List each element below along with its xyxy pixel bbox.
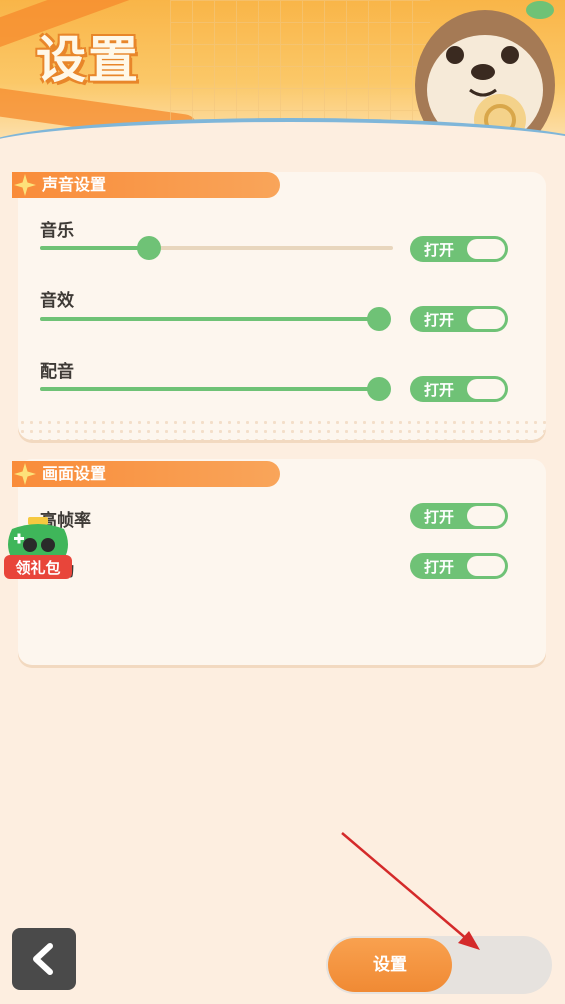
vibration-toggle-label: 打开 xyxy=(424,558,455,576)
sound-effects-label: 音效 xyxy=(40,291,74,311)
gift-pack-floating-button[interactable]: 领礼包 xyxy=(4,515,72,581)
sparkle-icon xyxy=(14,463,36,485)
voice-slider-fill xyxy=(40,387,379,391)
music-toggle-knob xyxy=(467,239,505,259)
music-slider[interactable] xyxy=(40,236,393,260)
back-button[interactable] xyxy=(12,928,76,990)
sound-settings-heading-text: 声音设置 xyxy=(42,175,107,194)
music-slider-fill xyxy=(40,246,149,250)
vibration-toggle[interactable]: 打开 xyxy=(410,553,508,579)
header-banner: 设置 xyxy=(0,0,565,150)
display-settings-heading-text: 画面设置 xyxy=(42,464,107,483)
music-toggle[interactable]: 打开 xyxy=(410,236,508,262)
high-frame-rate-toggle-knob xyxy=(467,506,505,526)
settings-tab-button[interactable]: 设置 xyxy=(328,938,452,992)
display-settings-heading: 画面设置 xyxy=(12,461,280,487)
sound-effects-slider[interactable] xyxy=(40,307,391,331)
voice-toggle-knob xyxy=(467,379,505,399)
voice-label: 配音 xyxy=(40,362,74,382)
music-toggle-label: 打开 xyxy=(424,241,455,259)
sparkle-icon xyxy=(14,174,36,196)
sound-effects-toggle[interactable]: 打开 xyxy=(410,306,508,332)
page-title: 设置 xyxy=(36,31,140,89)
voice-toggle[interactable]: 打开 xyxy=(410,376,508,402)
sound-effects-toggle-label: 打开 xyxy=(424,311,455,329)
voice-toggle-label: 打开 xyxy=(424,381,455,399)
sound-effects-slider-knob[interactable] xyxy=(367,307,391,331)
high-frame-rate-toggle-label: 打开 xyxy=(424,508,455,526)
sound-effects-slider-fill xyxy=(40,317,379,321)
chevron-left-icon xyxy=(33,943,53,975)
gift-pack-badge-label: 领礼包 xyxy=(15,559,61,577)
panel-dot-pattern xyxy=(18,418,546,440)
music-slider-knob[interactable] xyxy=(137,236,161,260)
sound-effects-toggle-knob xyxy=(467,309,505,329)
high-frame-rate-toggle[interactable]: 打开 xyxy=(410,503,508,529)
voice-slider-knob[interactable] xyxy=(367,377,391,401)
music-label: 音乐 xyxy=(40,221,74,241)
voice-slider[interactable] xyxy=(40,377,391,401)
sound-settings-heading: 声音设置 xyxy=(12,172,280,198)
sound-settings-panel: 声音设置 音乐 打开 音效 打开 配音 打开 xyxy=(12,172,546,440)
vibration-toggle-knob xyxy=(467,556,505,576)
display-settings-panel: 画面设置 高帧率 打开 震动 打开 xyxy=(12,459,546,665)
